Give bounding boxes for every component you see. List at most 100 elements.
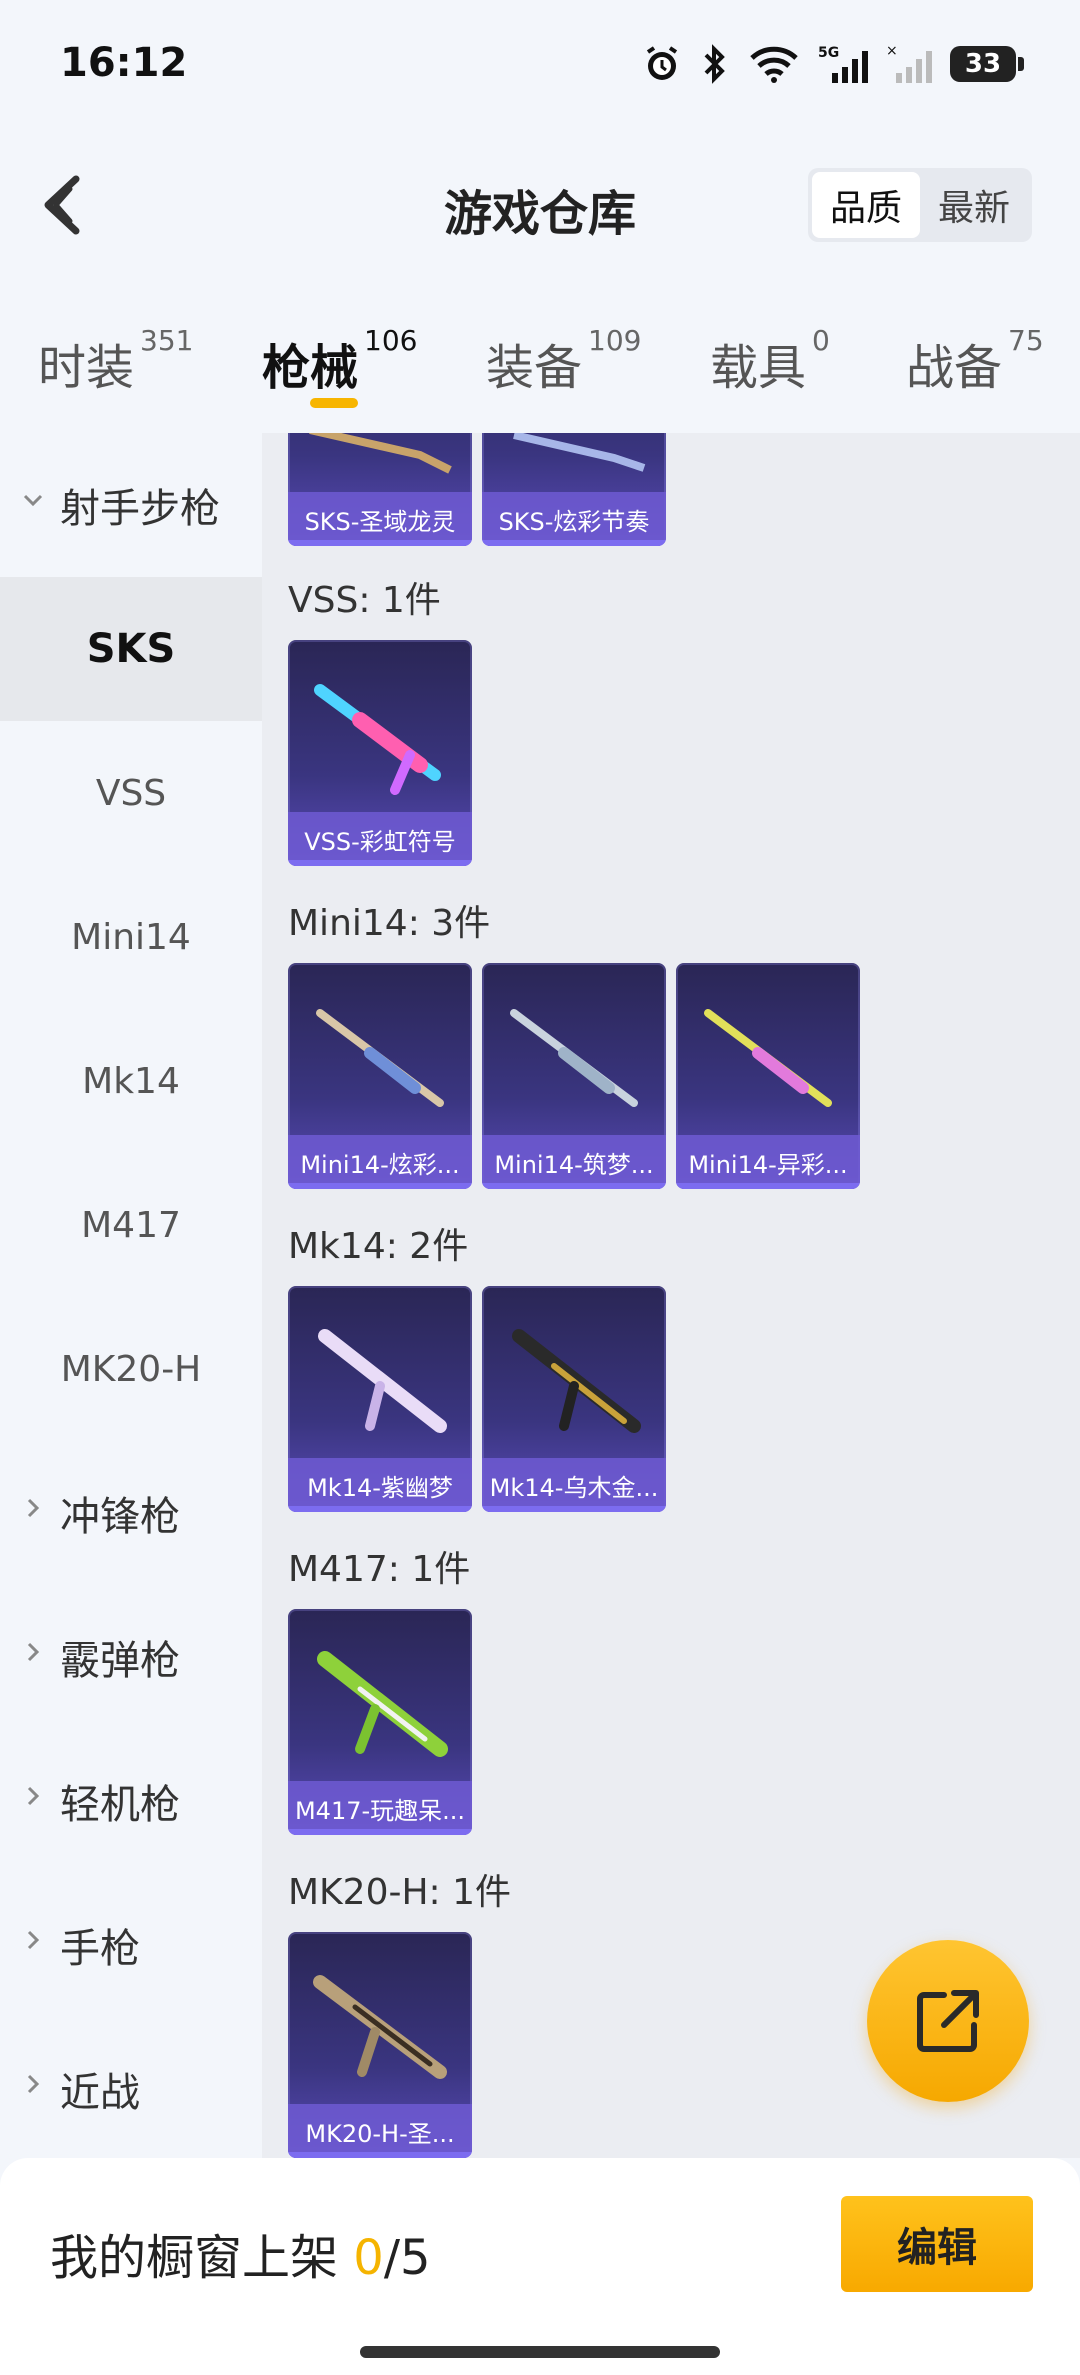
quality-strip <box>482 1506 666 1512</box>
chevron-right-icon <box>27 1930 40 1950</box>
item-card[interactable]: SKS-炫彩节奏 <box>482 433 666 546</box>
rifle-skin-image <box>313 1975 447 2079</box>
item-card[interactable]: M417-玩趣呆... <box>288 1609 472 1835</box>
sidebar-item-mini14[interactable]: Mini14 <box>0 865 262 1009</box>
home-indicator[interactable] <box>360 2346 720 2358</box>
sidebar-group-pistol[interactable]: 手枪 <box>0 1873 262 2017</box>
item-card[interactable]: VSS-彩虹符号 <box>288 640 472 866</box>
status-icons: 5G × 33 <box>642 40 1024 88</box>
quality-strip <box>482 1183 666 1189</box>
chevron-right-icon <box>27 2074 40 2094</box>
sidebar-group-label: 冲锋枪 <box>60 1494 180 1540</box>
quality-strip <box>288 1506 472 1512</box>
group-header-m417: M417: 1件 <box>288 1549 471 1590</box>
chevron-down-icon <box>23 494 43 507</box>
sidebar-item-mk20h[interactable]: MK20-H <box>0 1297 262 1441</box>
sidebar-group-smg[interactable]: 冲锋枪 <box>0 1441 262 1585</box>
chevron-right-icon <box>27 1642 40 1662</box>
tab-label: 战备 <box>906 340 1003 396</box>
sidebar-group-label: 霰弹枪 <box>60 1638 180 1684</box>
item-name: Mini14-异彩... <box>676 1135 860 1189</box>
svg-text:5G: 5G <box>818 45 839 61</box>
item-card[interactable]: MK20-H-圣... <box>288 1932 472 2158</box>
group-header-mini14: Mini14: 3件 <box>288 903 491 944</box>
item-name: M417-玩趣呆... <box>288 1781 472 1835</box>
status-bar: 16:12 5G × 33 <box>0 0 1080 130</box>
tab-label: 时装 <box>38 340 135 396</box>
quality-strip <box>482 540 666 546</box>
rifle-skin-image <box>510 1009 638 1107</box>
sidebar-item-m417[interactable]: M417 <box>0 1153 262 1297</box>
sidebar-group-label: 手枪 <box>60 1926 140 1972</box>
tab-label: 枪械 <box>262 340 359 396</box>
rifle-skin-image <box>704 1009 832 1107</box>
rifle-skin-image <box>316 1009 444 1107</box>
item-card[interactable]: Mk14-紫幽梦 <box>288 1286 472 1512</box>
bluetooth-icon <box>700 42 730 86</box>
item-name: Mini14-炫彩... <box>288 1135 472 1189</box>
quality-strip <box>288 1183 472 1189</box>
sidebar-group-melee[interactable]: 近战 <box>0 2017 262 2161</box>
battery-icon: 33 <box>950 46 1024 82</box>
tab-costumes[interactable]: 时装 351 <box>38 324 193 398</box>
showcase-status: 我的橱窗上架 0/5 <box>50 2218 431 2288</box>
showcase-max-count: 5 <box>400 2230 431 2286</box>
tab-label: 载具 <box>710 340 807 396</box>
sidebar-item-vss[interactable]: VSS <box>0 721 262 865</box>
tab-label: 装备 <box>486 340 583 396</box>
group-header-mk14: Mk14: 2件 <box>288 1226 469 1267</box>
signal-5g-icon: 5G <box>818 42 868 86</box>
quality-strip <box>288 860 472 866</box>
header: 游戏仓库 品质 最新 <box>0 140 1080 270</box>
share-button[interactable] <box>867 1940 1029 2102</box>
chevron-right-icon <box>27 1498 40 1518</box>
item-name: Mk14-乌木金... <box>482 1458 666 1512</box>
rifle-skin-image <box>318 1329 447 1433</box>
tab-equipment[interactable]: 装备 109 <box>486 324 641 398</box>
showcase-separator: / <box>383 2230 400 2286</box>
wifi-icon <box>748 42 800 86</box>
sort-option-newest[interactable]: 最新 <box>920 172 1028 238</box>
sidebar-group-shotgun[interactable]: 霰弹枪 <box>0 1585 262 1729</box>
tab-count: 106 <box>364 324 418 357</box>
sort-toggle: 品质 最新 <box>807 168 1032 242</box>
item-name: Mini14-筑梦... <box>482 1135 666 1189</box>
sidebar-group-label: 近战 <box>60 2070 140 2116</box>
sidebar-item-mk14[interactable]: Mk14 <box>0 1009 262 1153</box>
tab-count: 0 <box>812 324 830 357</box>
quality-strip <box>676 1183 860 1189</box>
rifle-skin-image <box>314 684 441 795</box>
item-card[interactable]: Mini14-异彩... <box>676 963 860 1189</box>
item-grid: SKS-圣域龙灵 SKS-炫彩节奏 VSS: 1件 VSS-彩虹符号 Mini1… <box>262 433 1080 2158</box>
item-name: SKS-圣域龙灵 <box>288 492 472 546</box>
item-card[interactable]: SKS-圣域龙灵 <box>288 433 472 546</box>
sidebar-group-lmg[interactable]: 轻机枪 <box>0 1729 262 1873</box>
group-header-mk20h: MK20-H: 1件 <box>288 1872 512 1913</box>
category-tabs: 时装 351 枪械 106 装备 109 载具 0 战备 75 <box>0 310 1080 420</box>
tab-vehicles[interactable]: 载具 0 <box>710 324 830 398</box>
tab-supplies[interactable]: 战备 75 <box>906 324 1044 398</box>
sort-option-quality[interactable]: 品质 <box>811 172 920 238</box>
item-card[interactable]: Mk14-乌木金... <box>482 1286 666 1512</box>
edit-button[interactable]: 编辑 <box>841 2196 1033 2292</box>
signal-icon: × <box>886 42 932 86</box>
sidebar-group-marksman-rifles[interactable]: 射手步枪 <box>0 433 262 577</box>
item-card[interactable]: Mini14-炫彩... <box>288 963 472 1189</box>
sidebar-item-sks[interactable]: SKS <box>0 577 262 721</box>
tab-firearms[interactable]: 枪械 106 <box>262 324 417 398</box>
quality-strip <box>288 540 472 546</box>
item-name: MK20-H-圣... <box>288 2104 472 2158</box>
svg-text:×: × <box>886 43 898 59</box>
showcase-label: 我的橱窗上架 <box>50 2230 339 2286</box>
item-name: VSS-彩虹符号 <box>288 812 472 866</box>
item-card[interactable]: Mini14-筑梦... <box>482 963 666 1189</box>
group-header-vss: VSS: 1件 <box>288 580 441 621</box>
sidebar-group-label: 射手步枪 <box>60 486 220 532</box>
sidebar: 射手步枪 SKS VSS Mini14 Mk14 M417 MK20-H 冲锋枪… <box>0 433 262 2158</box>
rifle-skin-image <box>512 1329 641 1433</box>
rifle-skin-image <box>317 1651 448 1757</box>
rifle-skin-image <box>309 433 452 474</box>
external-link-icon <box>917 1990 979 2052</box>
bottom-bar: 我的橱窗上架 0/5 编辑 <box>0 2158 1080 2375</box>
alarm-icon <box>642 42 682 86</box>
